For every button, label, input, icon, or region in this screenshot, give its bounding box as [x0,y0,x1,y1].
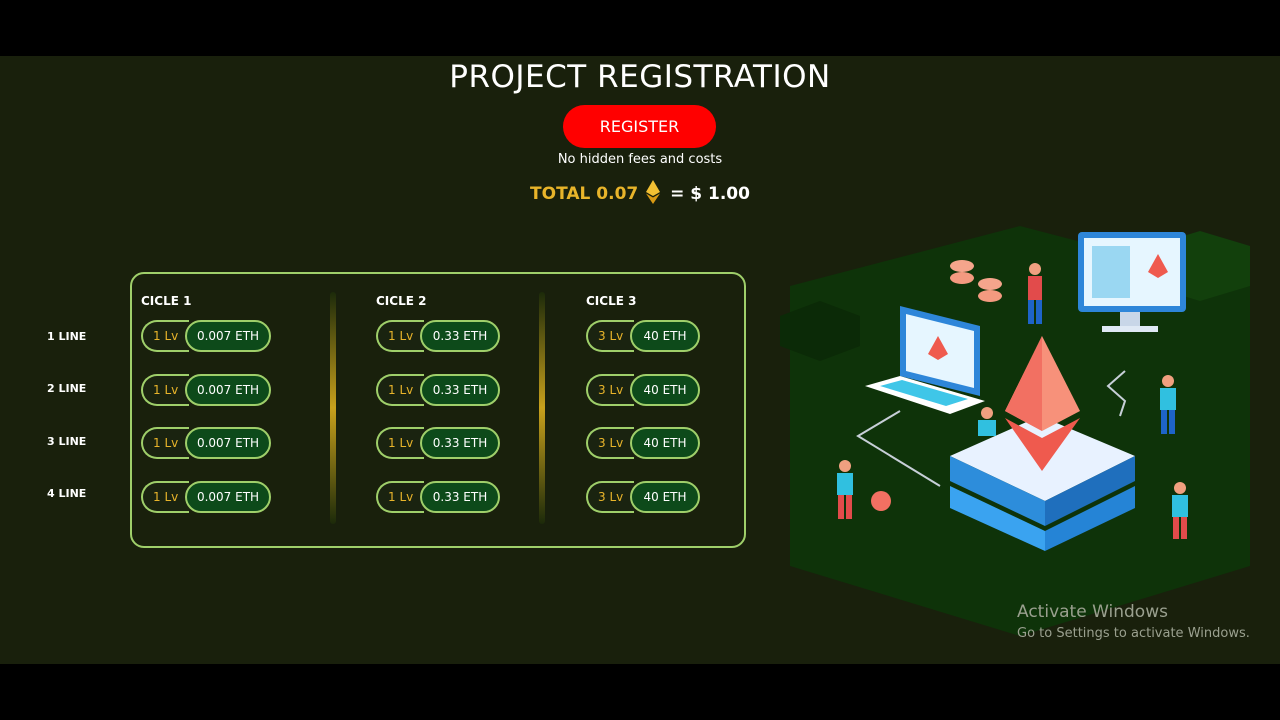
cycle-1-title: CICLE 1 [141,294,192,308]
level-badge: 3 Lv [586,481,634,513]
level-badge: 3 Lv [586,374,634,406]
eth-amount: 0.007 ETH [185,427,271,459]
line-label-2: 2 LINE [47,382,87,395]
page-title: PROJECT REGISTRATION [449,59,831,95]
eth-amount: 40 ETH [630,481,700,513]
eth-amount: 0.007 ETH [185,320,271,352]
eth-amount: 40 ETH [630,374,700,406]
no-fees-text: No hidden fees and costs [557,152,723,167]
level-badge: 1 Lv [141,427,189,459]
eth-amount: 40 ETH [630,320,700,352]
line-label-4: 4 LINE [47,487,87,500]
level-badge: 3 Lv [586,320,634,352]
eth-amount: 0.33 ETH [420,320,500,352]
level-badge: 1 Lv [376,320,424,352]
cycle-2-title: CICLE 2 [376,294,427,308]
watermark-line-2: Go to Settings to activate Windows. [1017,626,1250,641]
cycle-divider [330,292,336,524]
eth-amount: 40 ETH [630,427,700,459]
level-badge: 1 Lv [141,481,189,513]
cycle-3-title: CICLE 3 [586,294,637,308]
level-badge: 1 Lv [376,374,424,406]
ethereum-icon [646,180,661,204]
watermark-line-1: Activate Windows [1017,602,1168,622]
total-amount: TOTAL 0.07 [530,184,639,204]
level-badge: 1 Lv [141,320,189,352]
ethereum-platform-illustration [780,226,1250,636]
eth-amount: 0.33 ETH [420,374,500,406]
level-badge: 1 Lv [376,427,424,459]
level-badge: 1 Lv [376,481,424,513]
level-badge: 1 Lv [141,374,189,406]
registration-page: PROJECT REGISTRATION REGISTER No hidden … [0,56,1280,664]
total-usd: = $ 1.00 [670,184,750,204]
eth-amount: 0.33 ETH [420,481,500,513]
line-label-1: 1 LINE [47,330,87,343]
eth-amount: 0.007 ETH [185,481,271,513]
eth-amount: 0.007 ETH [185,374,271,406]
eth-amount: 0.33 ETH [420,427,500,459]
total-line: TOTAL 0.07 = $ 1.00 [0,180,1280,204]
activate-windows-watermark: Activate Windows Go to Settings to activ… [1017,602,1250,641]
cycle-divider [539,292,545,524]
line-label-3: 3 LINE [47,435,87,448]
register-button[interactable]: REGISTER [563,105,716,148]
level-badge: 3 Lv [586,427,634,459]
